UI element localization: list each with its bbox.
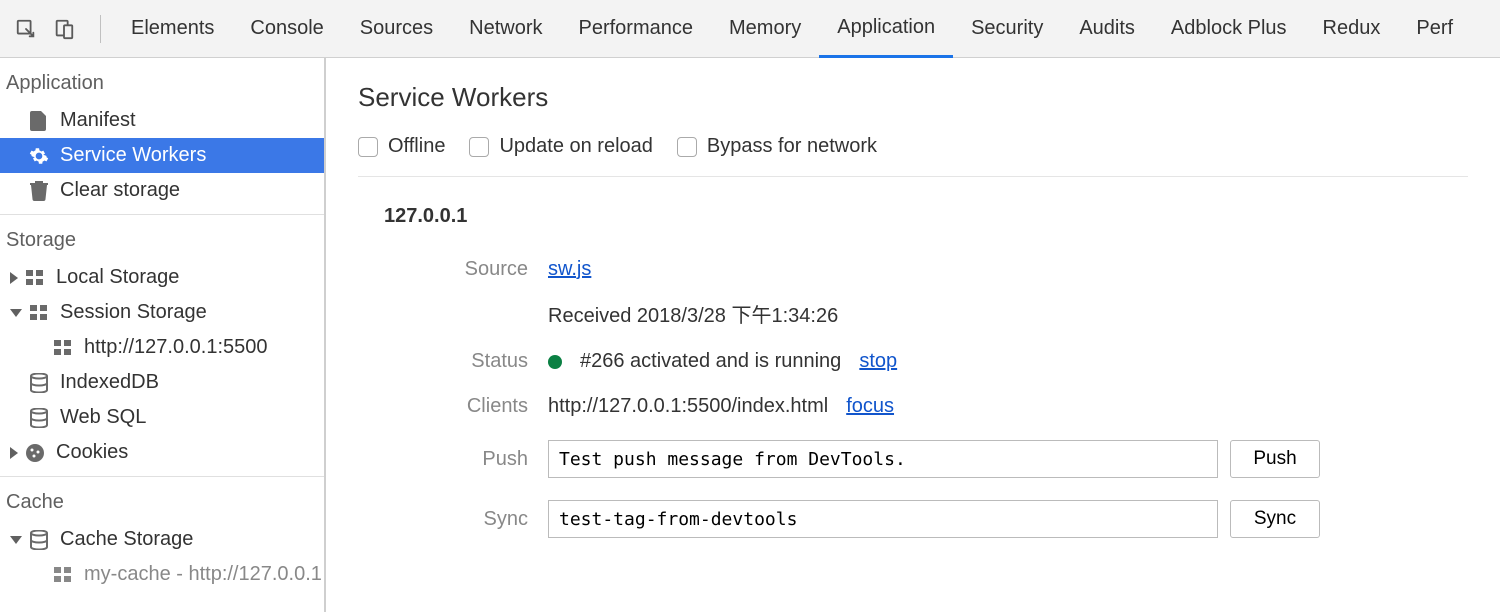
database-icon — [28, 529, 50, 551]
tab-sources[interactable]: Sources — [342, 0, 451, 58]
option-update-on-reload[interactable]: Update on reload — [469, 135, 652, 158]
sidebar-item-manifest[interactable]: Manifest — [0, 103, 324, 138]
sidebar-item-indexeddb[interactable]: IndexedDB — [0, 365, 324, 400]
sidebar-item-label: Service Workers — [60, 144, 206, 167]
sidebar-item-label: Cookies — [56, 441, 128, 464]
tab-memory[interactable]: Memory — [711, 0, 819, 58]
sidebar-item-label: my-cache - http://127.0.0.1 — [84, 563, 322, 586]
devtools-toolbar: ElementsConsoleSourcesNetworkPerformance… — [0, 0, 1500, 58]
chevron-right-icon — [10, 447, 18, 459]
checkbox[interactable] — [469, 137, 489, 157]
detail-label: Status — [358, 350, 548, 373]
tab-adblock-plus[interactable]: Adblock Plus — [1153, 0, 1305, 58]
chevron-right-icon — [10, 272, 18, 284]
cookie-icon — [24, 442, 46, 464]
option-label: Update on reload — [499, 135, 652, 158]
sidebar-section-storage: Storage — [0, 221, 324, 260]
grid-icon — [28, 302, 50, 324]
tab-elements[interactable]: Elements — [113, 0, 232, 58]
chevron-down-icon — [10, 536, 22, 544]
sidebar-divider — [0, 214, 324, 215]
trash-icon — [28, 180, 50, 202]
detail-label: Source — [358, 258, 548, 281]
worker-origin: 127.0.0.1 — [358, 205, 1468, 228]
checkbox[interactable] — [677, 137, 697, 157]
option-label: Offline — [388, 135, 445, 158]
sidebar-item-cache-storage[interactable]: Cache Storage — [0, 522, 324, 557]
sidebar-item-cache-entry[interactable]: my-cache - http://127.0.0.1 — [0, 557, 324, 592]
sidebar-item-label: Web SQL — [60, 406, 146, 429]
inspect-icon[interactable] — [12, 15, 40, 43]
detail-label: Clients — [358, 395, 548, 418]
option-offline[interactable]: Offline — [358, 135, 445, 158]
device-toggle-icon[interactable] — [50, 15, 78, 43]
sidebar-item-label: Cache Storage — [60, 528, 193, 551]
detail-label: Push — [358, 448, 548, 471]
sidebar-item-local-storage[interactable]: Local Storage — [0, 260, 324, 295]
client-url: http://127.0.0.1:5500/index.html — [548, 395, 828, 418]
sidebar-item-label: Manifest — [60, 109, 136, 132]
sidebar-item-label: Session Storage — [60, 301, 207, 324]
status-dot-icon — [548, 355, 562, 369]
tab-application[interactable]: Application — [819, 0, 953, 58]
grid-icon — [24, 267, 46, 289]
sidebar: Application Manifest Service Workers Cle… — [0, 58, 326, 612]
options-row: Offline Update on reload Bypass for netw… — [358, 135, 1468, 177]
source-received: Received 2018/3/28 下午1:34:26 — [548, 299, 838, 328]
sidebar-item-clear-storage[interactable]: Clear storage — [0, 173, 324, 208]
toolbar-divider — [100, 15, 101, 43]
tab-console[interactable]: Console — [232, 0, 341, 58]
stop-link[interactable]: stop — [859, 350, 897, 373]
tab-audits[interactable]: Audits — [1061, 0, 1153, 58]
source-link[interactable]: sw.js — [548, 258, 591, 280]
tab-network[interactable]: Network — [451, 0, 560, 58]
status-text: #266 activated and is running — [580, 350, 841, 373]
database-icon — [28, 372, 50, 394]
sidebar-item-session-storage-origin[interactable]: http://127.0.0.1:5500 — [0, 330, 324, 365]
row-push: Push Push — [358, 440, 1468, 478]
sidebar-item-label: Local Storage — [56, 266, 179, 289]
sync-input[interactable] — [548, 500, 1218, 538]
page-title: Service Workers — [358, 82, 1468, 113]
row-status: Status #266 activated and is running sto… — [358, 350, 1468, 373]
file-icon — [28, 110, 50, 132]
row-sync: Sync Sync — [358, 500, 1468, 538]
sidebar-item-cookies[interactable]: Cookies — [0, 435, 324, 470]
sidebar-section-application: Application — [0, 64, 324, 103]
sidebar-item-service-workers[interactable]: Service Workers — [0, 138, 324, 173]
sidebar-item-label: IndexedDB — [60, 371, 159, 394]
push-button[interactable]: Push — [1230, 440, 1320, 478]
tab-security[interactable]: Security — [953, 0, 1061, 58]
tab-redux[interactable]: Redux — [1305, 0, 1399, 58]
tab-performance[interactable]: Performance — [561, 0, 712, 58]
sidebar-item-label: http://127.0.0.1:5500 — [84, 336, 268, 359]
grid-icon — [52, 564, 74, 586]
content-panel: Service Workers Offline Update on reload… — [326, 58, 1500, 612]
gear-icon — [28, 145, 50, 167]
checkbox[interactable] — [358, 137, 378, 157]
sidebar-item-web-sql[interactable]: Web SQL — [0, 400, 324, 435]
grid-icon — [52, 337, 74, 359]
sync-button[interactable]: Sync — [1230, 500, 1320, 538]
push-input[interactable] — [548, 440, 1218, 478]
detail-label: Sync — [358, 508, 548, 531]
option-bypass-for-network[interactable]: Bypass for network — [677, 135, 877, 158]
row-source: Source sw.js Received 2018/3/28 下午1:34:2… — [358, 258, 1468, 328]
tab-perf[interactable]: Perf — [1398, 0, 1471, 58]
focus-link[interactable]: focus — [846, 395, 894, 418]
database-icon — [28, 407, 50, 429]
sidebar-item-label: Clear storage — [60, 179, 180, 202]
row-clients: Clients http://127.0.0.1:5500/index.html… — [358, 395, 1468, 418]
chevron-down-icon — [10, 309, 22, 317]
option-label: Bypass for network — [707, 135, 877, 158]
sidebar-divider — [0, 476, 324, 477]
sidebar-section-cache: Cache — [0, 483, 324, 522]
sidebar-item-session-storage[interactable]: Session Storage — [0, 295, 324, 330]
